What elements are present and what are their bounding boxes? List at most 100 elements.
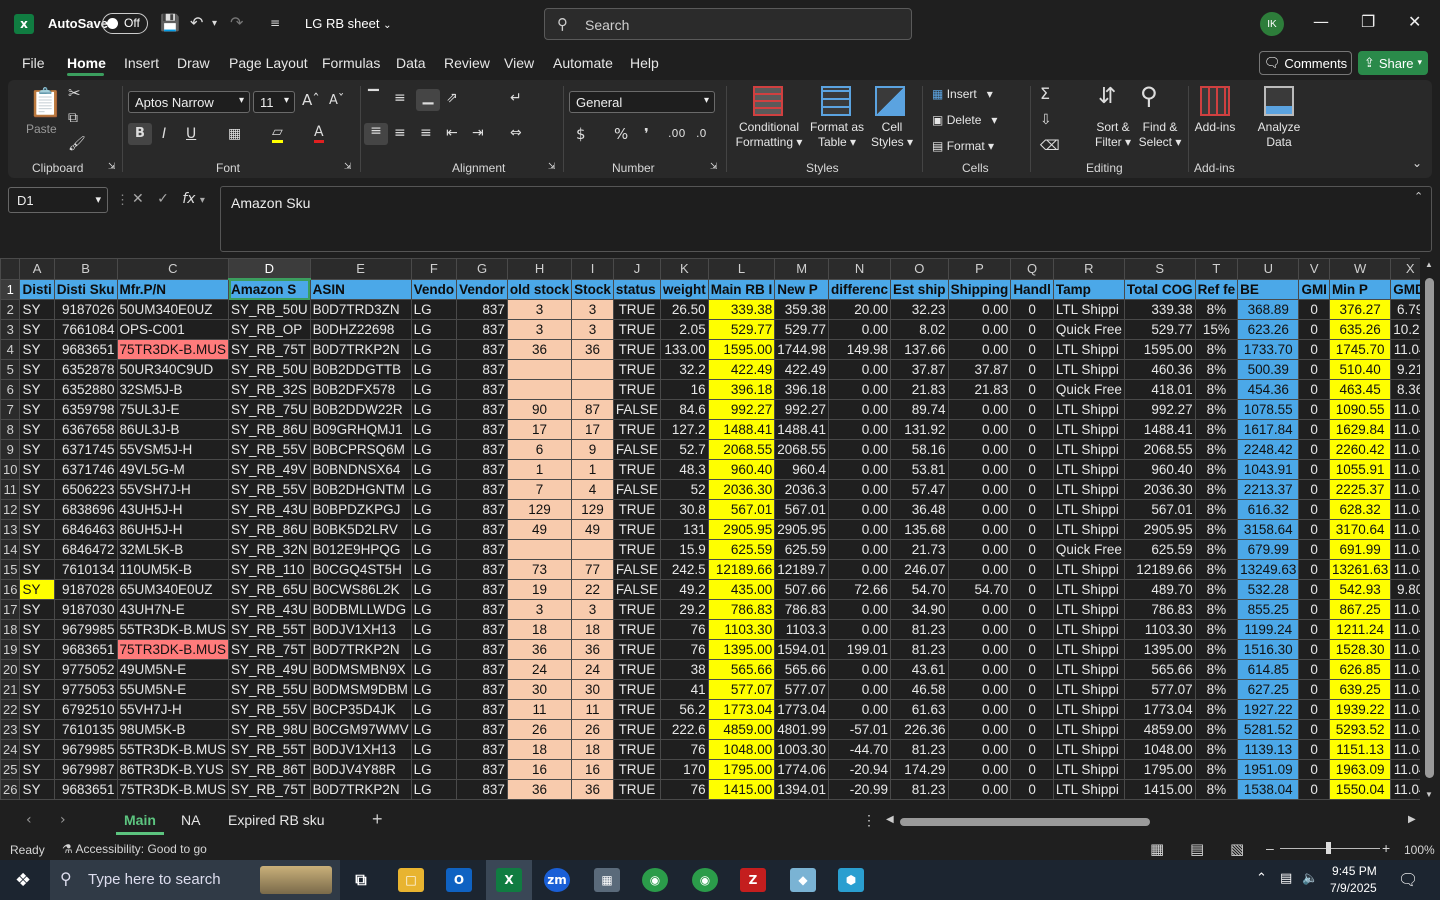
- cell[interactable]: 567.01: [1123, 499, 1196, 520]
- task-view-icon[interactable]: ⧉: [348, 868, 374, 892]
- cell[interactable]: 529.77: [774, 319, 830, 340]
- cell[interactable]: 1774.06: [774, 759, 830, 780]
- cell-styles-button[interactable]: Cell Styles ▾: [870, 120, 914, 150]
- cell[interactable]: 1090.55: [1328, 399, 1392, 420]
- row-header[interactable]: 13: [0, 519, 21, 540]
- cell[interactable]: 11.04: [1390, 779, 1420, 800]
- cell[interactable]: 11.04: [1390, 479, 1420, 500]
- cell[interactable]: SY_RB_55T: [228, 739, 311, 760]
- cell[interactable]: 0: [1010, 299, 1054, 320]
- cell[interactable]: 76: [659, 639, 709, 660]
- row-header[interactable]: 21: [0, 679, 21, 700]
- cell[interactable]: 8%: [1194, 699, 1239, 720]
- cell[interactable]: 0: [1010, 519, 1054, 540]
- cell[interactable]: LTL Shippi: [1052, 359, 1125, 380]
- cell[interactable]: 532.28: [1237, 579, 1300, 600]
- cell[interactable]: 0: [1298, 659, 1330, 680]
- cell[interactable]: 12189.66: [707, 559, 776, 580]
- sort-filter-button[interactable]: Sort & Filter ▾: [1088, 120, 1138, 150]
- page-layout-view-icon[interactable]: ▤: [1190, 840, 1204, 858]
- header-cell[interactable]: New P: [774, 278, 830, 300]
- cell[interactable]: 786.83: [774, 599, 830, 620]
- cell[interactable]: LG: [410, 319, 458, 340]
- cell[interactable]: 11.04: [1390, 459, 1420, 480]
- cell[interactable]: 0.00: [947, 559, 1012, 580]
- cell[interactable]: TRUE: [612, 759, 661, 780]
- cell[interactable]: 11.04: [1390, 339, 1420, 360]
- column-header-t[interactable]: T: [1194, 258, 1239, 280]
- cell[interactable]: 32SM5J-B: [116, 379, 230, 400]
- cell[interactable]: 435.00: [707, 579, 776, 600]
- cell[interactable]: 1939.22: [1328, 699, 1392, 720]
- cell[interactable]: 3: [571, 599, 614, 620]
- cell[interactable]: TRUE: [612, 719, 661, 740]
- cell[interactable]: 1538.04: [1237, 779, 1300, 800]
- cell[interactable]: 1: [506, 459, 573, 480]
- header-cell[interactable]: Disti: [19, 278, 55, 300]
- cell[interactable]: 0: [1298, 519, 1330, 540]
- cell[interactable]: 9187030: [53, 599, 118, 620]
- cell[interactable]: Quick Free: [1052, 379, 1125, 400]
- column-header-u[interactable]: U: [1237, 258, 1300, 280]
- cell[interactable]: [571, 359, 614, 380]
- cell[interactable]: 20.00: [828, 299, 892, 320]
- cell[interactable]: 867.25: [1328, 599, 1392, 620]
- font-name-select[interactable]: Aptos Narrow ▾: [128, 91, 250, 113]
- cell[interactable]: 8%: [1194, 299, 1239, 320]
- cell[interactable]: B0BNDNSX64: [309, 459, 412, 480]
- cell[interactable]: 1795.00: [1123, 759, 1196, 780]
- cell[interactable]: LTL Shippi: [1052, 399, 1125, 420]
- cell[interactable]: 8%: [1194, 599, 1239, 620]
- cell[interactable]: 15%: [1194, 319, 1239, 340]
- cell[interactable]: LTL Shippi: [1052, 499, 1125, 520]
- header-cell[interactable]: Est ship: [890, 278, 949, 300]
- cell[interactable]: 86TR3DK-B.YUS: [116, 759, 230, 780]
- redo-icon[interactable]: ↷: [230, 13, 243, 32]
- cell[interactable]: 52.7: [659, 439, 709, 460]
- cell[interactable]: SY_RB_55T: [228, 619, 311, 640]
- row-header[interactable]: 3: [0, 319, 21, 340]
- header-cell[interactable]: Disti Sku: [53, 278, 118, 300]
- cell[interactable]: 129: [571, 499, 614, 520]
- cell[interactable]: 54.70: [890, 579, 949, 600]
- cell[interactable]: LG: [410, 479, 458, 500]
- minimize-icon[interactable]: —: [1313, 12, 1329, 31]
- cell[interactable]: 8%: [1194, 779, 1239, 800]
- fx-dropdown-icon[interactable]: ▾: [200, 195, 205, 206]
- fill-color-icon[interactable]: ▱: [272, 124, 283, 143]
- cell[interactable]: 11.04: [1390, 539, 1420, 560]
- cell[interactable]: 49VL5G-M: [116, 459, 230, 480]
- cell[interactable]: 36: [571, 639, 614, 660]
- cell[interactable]: 339.38: [707, 299, 776, 320]
- cell[interactable]: 1963.09: [1328, 759, 1392, 780]
- cell[interactable]: 4859.00: [1123, 719, 1196, 740]
- cell[interactable]: SY_RB_98U: [228, 719, 311, 740]
- cell[interactable]: LTL Shippi: [1052, 759, 1125, 780]
- cell[interactable]: LG: [410, 519, 458, 540]
- excel-taskbar-icon[interactable]: X: [496, 868, 522, 892]
- page-break-view-icon[interactable]: ▧: [1230, 840, 1244, 858]
- cell[interactable]: 11.04: [1390, 719, 1420, 740]
- header-cell[interactable]: BE: [1237, 278, 1300, 300]
- cell[interactable]: LTL Shippi: [1052, 719, 1125, 740]
- cell[interactable]: 6506223: [53, 479, 118, 500]
- app-2-icon[interactable]: ⬢: [838, 868, 864, 892]
- filezilla-icon[interactable]: Z: [740, 868, 766, 892]
- cell[interactable]: SY: [19, 319, 55, 340]
- cell[interactable]: 500.39: [1237, 359, 1300, 380]
- sort-filter-icon[interactable]: ⇵: [1098, 84, 1116, 109]
- cell[interactable]: 0: [1010, 639, 1054, 660]
- conditional-formatting-button[interactable]: Conditional Formatting ▾: [730, 120, 808, 150]
- cell[interactable]: 65UM340E0UZ: [116, 579, 230, 600]
- font-dialog-launcher-icon[interactable]: ⇲: [344, 162, 352, 172]
- cell[interactable]: 567.01: [707, 499, 776, 520]
- cell[interactable]: 0: [1298, 379, 1330, 400]
- cell[interactable]: 0.00: [947, 719, 1012, 740]
- cell[interactable]: TRUE: [612, 459, 661, 480]
- merge-center-icon[interactable]: ⇔: [510, 125, 522, 141]
- cell[interactable]: 0.00: [947, 599, 1012, 620]
- cell[interactable]: 11.04: [1390, 639, 1420, 660]
- cell[interactable]: SY: [19, 739, 55, 760]
- row-header[interactable]: 11: [0, 479, 21, 500]
- windows-start-icon[interactable]: ❖: [15, 870, 31, 891]
